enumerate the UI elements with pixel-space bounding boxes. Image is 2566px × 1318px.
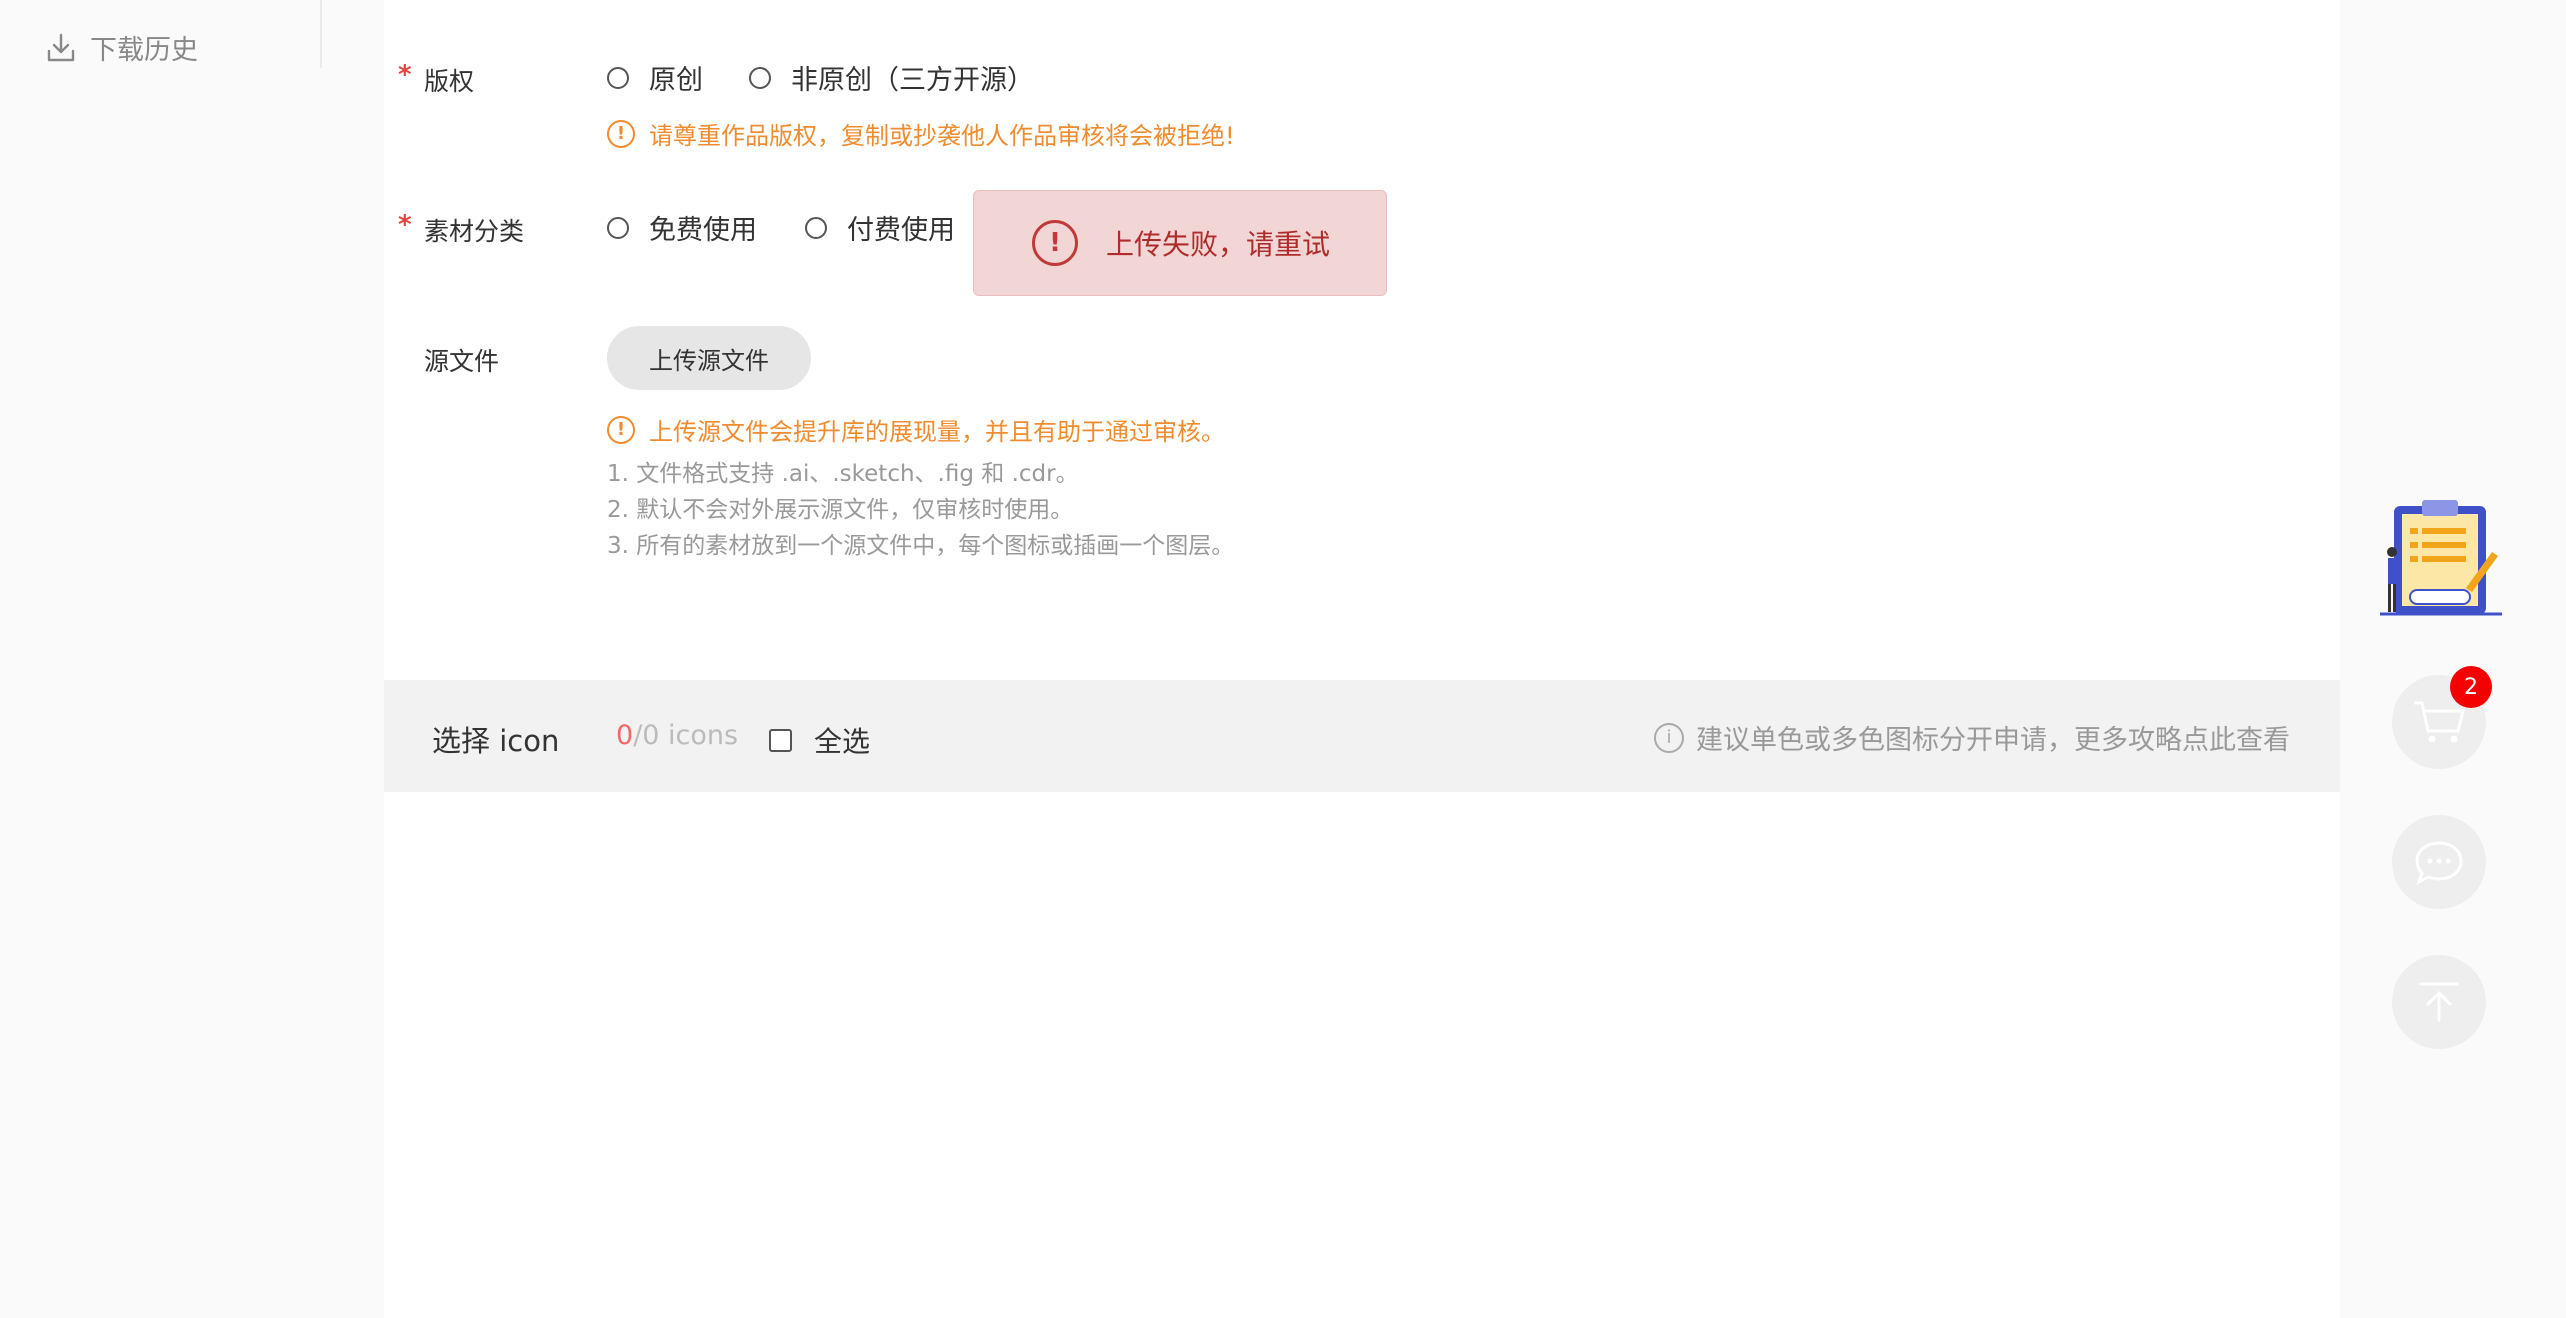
chat-button[interactable] (2392, 815, 2486, 909)
checkbox-box[interactable] (769, 728, 792, 752)
required-mark: * (398, 210, 412, 240)
back-to-top-button[interactable] (2392, 955, 2486, 1049)
radio-label: 免费使用 (649, 215, 757, 246)
copyright-label: 版权 (424, 67, 475, 96)
total-count: 0 icons (642, 720, 739, 751)
chat-icon (2415, 841, 2463, 885)
error-toast-message: 上传失败，请重试 (1106, 228, 1331, 261)
radio-circle[interactable] (607, 216, 629, 239)
strategy-tip-link[interactable]: i 建议单色或多色图标分开申请，更多攻略点此查看 (1654, 718, 2290, 757)
copyright-hint-text: 请尊重作品版权，复制或抄袭他人作品审核将会被拒绝! (649, 122, 1235, 150)
radio-circle[interactable] (607, 66, 629, 89)
radio-paid[interactable]: 付费使用 (805, 208, 955, 247)
copyright-hint: ! 请尊重作品版权，复制或抄袭他人作品审核将会被拒绝! (607, 116, 1235, 151)
warning-icon: ! (607, 119, 635, 148)
source-label: 源文件 (424, 347, 500, 376)
radio-circle[interactable] (749, 66, 771, 89)
icon-bar-title: 选择 icon (432, 724, 560, 758)
source-hint-text: 上传源文件会提升库的展现量，并且有助于通过审核。 (649, 418, 1225, 446)
radio-label: 原创 (649, 65, 703, 96)
radio-circle[interactable] (805, 216, 827, 239)
count-separator: / (633, 720, 643, 751)
icon-count: 0/0 icons (616, 720, 738, 751)
arrow-up-icon (2419, 982, 2459, 1022)
select-all-checkbox[interactable]: 全选 (769, 720, 870, 760)
strategy-tip-text: 建议单色或多色图标分开申请，更多攻略点此查看 (1696, 725, 2290, 756)
icon-selection-bar: 选择 icon 0/0 icons 全选 i 建议单色或多色图标分开申请，更多攻… (384, 680, 2340, 792)
sidebar-item-download-history[interactable]: 下载历史 (44, 28, 198, 67)
cart-icon (2414, 701, 2465, 743)
upload-source-button[interactable]: 上传源文件 (607, 326, 811, 390)
sidebar-divider (320, 0, 322, 68)
select-all-label: 全选 (814, 725, 871, 758)
source-note: 3. 所有的素材放到一个源文件中，每个图标或插画一个图层。 (607, 533, 1235, 559)
download-icon (47, 33, 75, 61)
cart-count-badge: 2 (2450, 666, 2492, 708)
sidebar-item-label: 下载历史 (90, 35, 198, 66)
info-icon: i (1654, 722, 1684, 753)
sidebar: 下载历史 (0, 0, 322, 1318)
required-mark: * (398, 60, 412, 90)
clipboard-promo-icon[interactable] (2380, 496, 2502, 620)
source-note: 2. 默认不会对外展示源文件，仅审核时使用。 (607, 497, 1074, 523)
selected-count: 0 (616, 720, 634, 751)
radio-original[interactable]: 原创 (607, 58, 703, 97)
radio-non-original[interactable]: 非原创（三方开源） (749, 58, 1034, 97)
radio-free[interactable]: 免费使用 (607, 208, 757, 247)
source-note: 1. 文件格式支持 .ai、.sketch、.fig 和 .cdr。 (607, 461, 1079, 487)
source-hint: ! 上传源文件会提升库的展现量，并且有助于通过审核。 (607, 412, 1225, 447)
radio-label: 非原创（三方开源） (791, 65, 1034, 96)
error-toast: ! 上传失败，请重试 (973, 190, 1387, 296)
category-label: 素材分类 (424, 217, 525, 246)
warning-icon: ! (607, 415, 635, 444)
error-icon: ! (1032, 220, 1078, 266)
radio-label: 付费使用 (847, 215, 955, 246)
